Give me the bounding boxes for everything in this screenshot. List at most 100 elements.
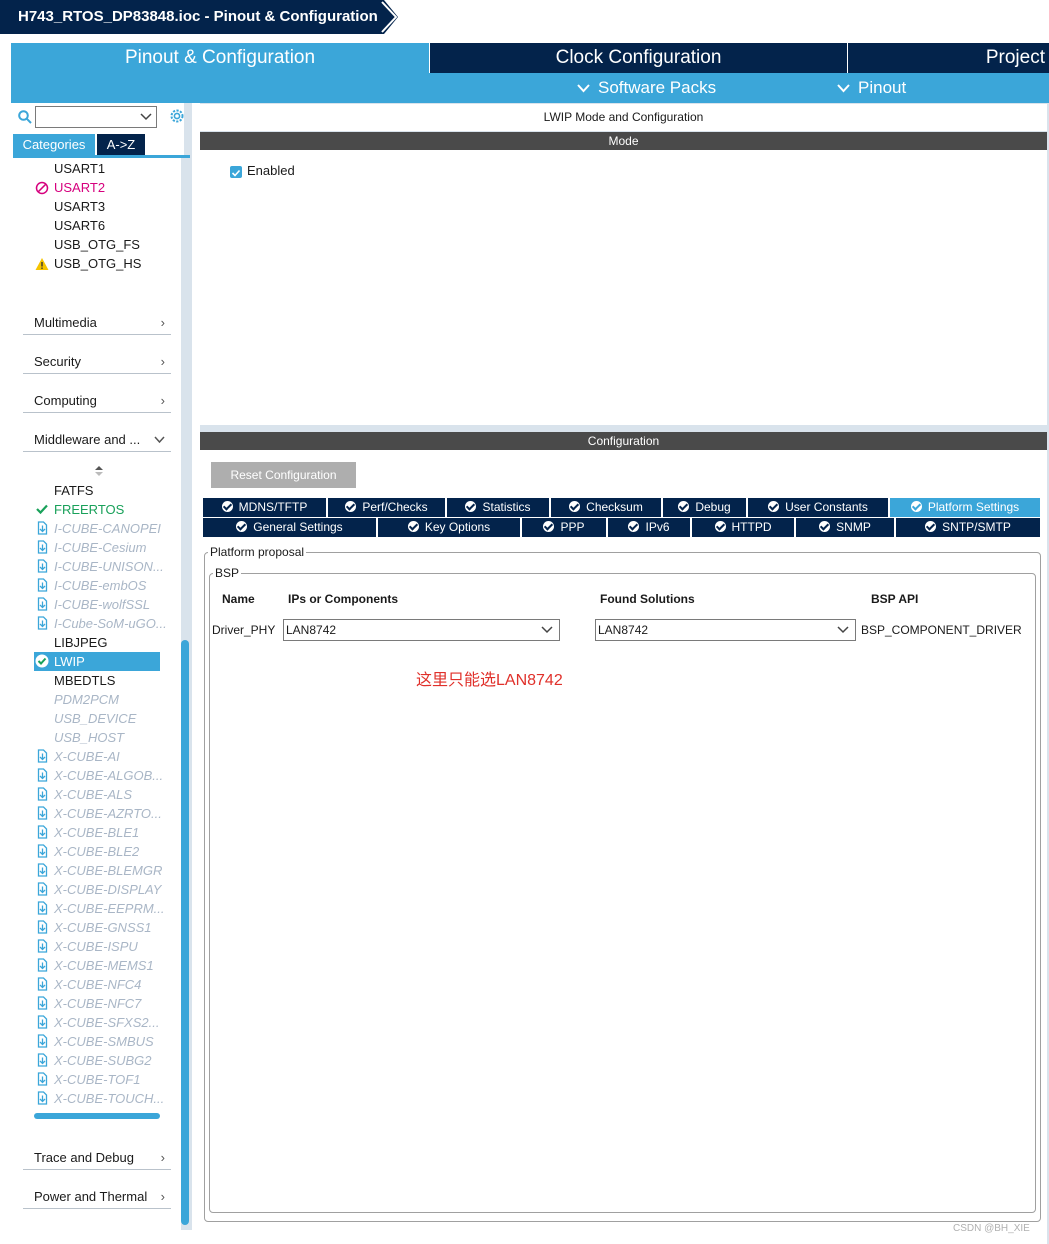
list-item-i-cube-wolfssl[interactable]: I-CUBE-wolfSSL [54,595,150,614]
tab-platform-settings[interactable]: Platform Settings [890,498,1040,517]
category-label: Computing [34,393,97,408]
category-power-and-thermal[interactable]: Power and Thermal › [23,1187,171,1209]
category-label: Security [34,354,81,369]
list-item-x-cube-touch[interactable]: X-CUBE-TOUCH... [54,1089,164,1108]
list-item-usart6[interactable]: USART6 [54,216,105,235]
list-item-x-cube-azrto[interactable]: X-CUBE-AZRTO... [54,804,162,823]
list-item-pdm2pcm[interactable]: PDM2PCM [54,690,119,709]
list-item-usb-otg-fs[interactable]: USB_OTG_FS [54,235,140,254]
horizontal-scrollbar[interactable] [34,1113,160,1119]
list-item-x-cube-algob[interactable]: X-CUBE-ALGOB... [54,766,163,785]
download-icon [37,825,48,839]
enabled-checkbox[interactable] [230,166,242,178]
tab-clock-configuration[interactable]: Clock Configuration [429,43,847,73]
page-title: LWIP Mode and Configuration [200,104,1047,131]
found-solutions-select[interactable]: LAN8742 [595,619,856,641]
list-item-i-cube-unison[interactable]: I-CUBE-UNISON... [54,557,164,576]
tab-debug[interactable]: Debug [663,498,746,517]
list-item-x-cube-ble2[interactable]: X-CUBE-BLE2 [54,842,139,861]
row-bsp-api: BSP_COMPONENT_DRIVER [861,623,1022,637]
download-icon [37,597,48,611]
tab-ipv6[interactable]: IPv6 [608,518,690,537]
list-item-x-cube-mems1[interactable]: X-CUBE-MEMS1 [54,956,154,975]
gear-icon[interactable] [168,107,186,125]
download-icon [37,1072,48,1086]
list-item-x-cube-ai[interactable]: X-CUBE-AI [54,747,120,766]
list-item-x-cube-gnss1[interactable]: X-CUBE-GNSS1 [54,918,152,937]
list-item-usb-otg-hs[interactable]: USB_OTG_HS [54,254,141,273]
list-item-lwip[interactable]: LWIP [54,652,85,671]
ips-components-select[interactable]: LAN8742 [283,619,560,641]
search-icon[interactable] [18,110,32,124]
category-trace-and-debug[interactable]: Trace and Debug › [23,1148,171,1170]
check-circle-icon [35,654,49,668]
list-item-i-cube-embos[interactable]: I-CUBE-embOS [54,576,146,595]
download-icon [37,768,48,782]
list-item-x-cube-tof1[interactable]: X-CUBE-TOF1 [54,1070,140,1089]
tab-snmp[interactable]: SNMP [796,518,894,537]
reset-configuration-button[interactable]: Reset Configuration [211,462,356,488]
list-item-x-cube-nfc4[interactable]: X-CUBE-NFC4 [54,975,141,994]
tab-pinout-configuration[interactable]: Pinout & Configuration [11,43,429,73]
download-icon [37,901,48,915]
tab-label: PPP [560,520,585,534]
pinout-label: Pinout [858,78,907,97]
list-item-fatfs[interactable]: FATFS [54,481,93,500]
sort-icon[interactable] [94,465,104,477]
download-icon [37,958,48,972]
download-icon [37,806,48,820]
software-packs-menu[interactable]: Software Packs [577,73,716,103]
list-item-mbedtls[interactable]: MBEDTLS [54,671,115,690]
list-item-x-cube-display[interactable]: X-CUBE-DISPLAY [54,880,161,899]
tab-checksum[interactable]: Checksum [551,498,661,517]
tab-httpd[interactable]: HTTPD [692,518,794,537]
list-item-x-cube-sfxs2[interactable]: X-CUBE-SFXS2... [54,1013,159,1032]
chevron-down-icon[interactable] [140,110,152,122]
list-item-x-cube-ispu[interactable]: X-CUBE-ISPU [54,937,138,956]
tab-key-options[interactable]: Key Options [378,518,520,537]
list-item-libjpeg[interactable]: LIBJPEG [54,633,107,652]
list-item-freertos[interactable]: FREERTOS [54,500,124,519]
tab-label: SNTP/SMTP [942,520,1011,534]
list-item-x-cube-als[interactable]: X-CUBE-ALS [54,785,132,804]
tab-categories[interactable]: Categories [13,134,95,156]
tab-perf-checks[interactable]: Perf/Checks [328,498,445,517]
list-item-usart1[interactable]: USART1 [54,159,105,178]
list-item-x-cube-subg2[interactable]: X-CUBE-SUBG2 [54,1051,152,1070]
pinout-menu[interactable]: Pinout [837,73,906,103]
tab-label: MDNS/TFTP [238,500,308,514]
column-header-bsp-api: BSP API [871,592,919,606]
tab-user-constants[interactable]: User Constants [748,498,888,517]
download-icon [37,977,48,991]
tab-general-settings[interactable]: General Settings [203,518,376,537]
download-icon [37,787,48,801]
tab-a-z[interactable]: A->Z [97,134,145,156]
list-item-usb-device[interactable]: USB_DEVICE [54,709,136,728]
list-item-i-cube-canopei[interactable]: I-CUBE-CANOPEI [54,519,161,538]
search-input[interactable] [35,106,157,128]
list-item-i-cube-cesium[interactable]: I-CUBE-Cesium [54,538,146,557]
tab-statistics[interactable]: Statistics [447,498,549,517]
tab-ppp[interactable]: PPP [522,518,606,537]
list-item-i-cube-som-ugo[interactable]: I-Cube-SoM-uGO... [54,614,167,633]
list-item-x-cube-smbus[interactable]: X-CUBE-SMBUS [54,1032,154,1051]
title-bar: H743_RTOS_DP83848.ioc - Pinout & Configu… [0,0,1049,36]
list-item-x-cube-nfc7[interactable]: X-CUBE-NFC7 [54,994,141,1013]
list-item-x-cube-ble1[interactable]: X-CUBE-BLE1 [54,823,139,842]
list-item-usart3[interactable]: USART3 [54,197,105,216]
tab-label: Checksum [586,500,643,514]
category-middleware[interactable]: Middleware and ... [23,430,171,452]
check-circle-icon [221,501,233,512]
list-item-x-cube-eeprm[interactable]: X-CUBE-EEPRM... [54,899,165,918]
list-item-usart2[interactable]: USART2 [54,178,105,197]
list-item-usb-host[interactable]: USB_HOST [54,728,124,747]
category-multimedia[interactable]: Multimedia › [23,313,171,335]
category-security[interactable]: Security › [23,352,171,374]
vertical-scrollbar-thumb[interactable] [181,640,189,1225]
tab-project[interactable]: Project [847,43,1049,73]
list-item-x-cube-blemgr[interactable]: X-CUBE-BLEMGR [54,861,162,880]
tab-sntp-smtp[interactable]: SNTP/SMTP [896,518,1040,537]
category-computing[interactable]: Computing › [23,391,171,413]
categories-panel: Categories A->Z USART1 USART2 USART3 USA… [11,103,192,1230]
tab-mdns-tftp[interactable]: MDNS/TFTP [203,498,326,517]
